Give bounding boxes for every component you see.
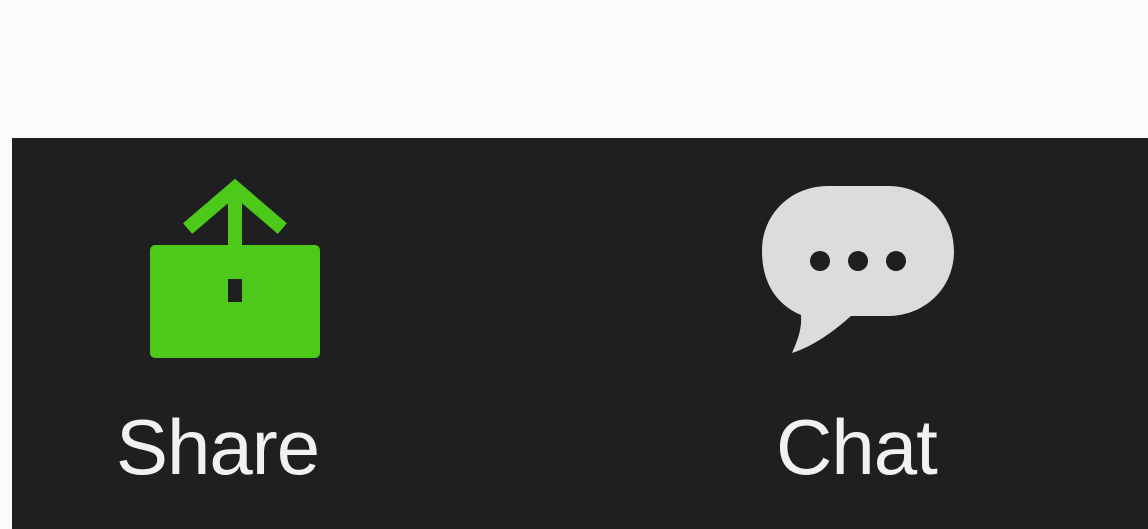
meeting-toolbar: Share Chat — [12, 138, 1148, 529]
share-label: Share — [116, 403, 320, 491]
meeting-window: Share Chat — [0, 0, 1148, 529]
meeting-content-area — [0, 0, 1148, 138]
chat-button[interactable]: Chat — [750, 138, 980, 529]
chat-label: Chat — [776, 403, 938, 491]
chat-bubble-icon — [762, 186, 954, 353]
share-screen-icon — [150, 178, 320, 358]
share-button[interactable]: Share — [100, 138, 360, 529]
